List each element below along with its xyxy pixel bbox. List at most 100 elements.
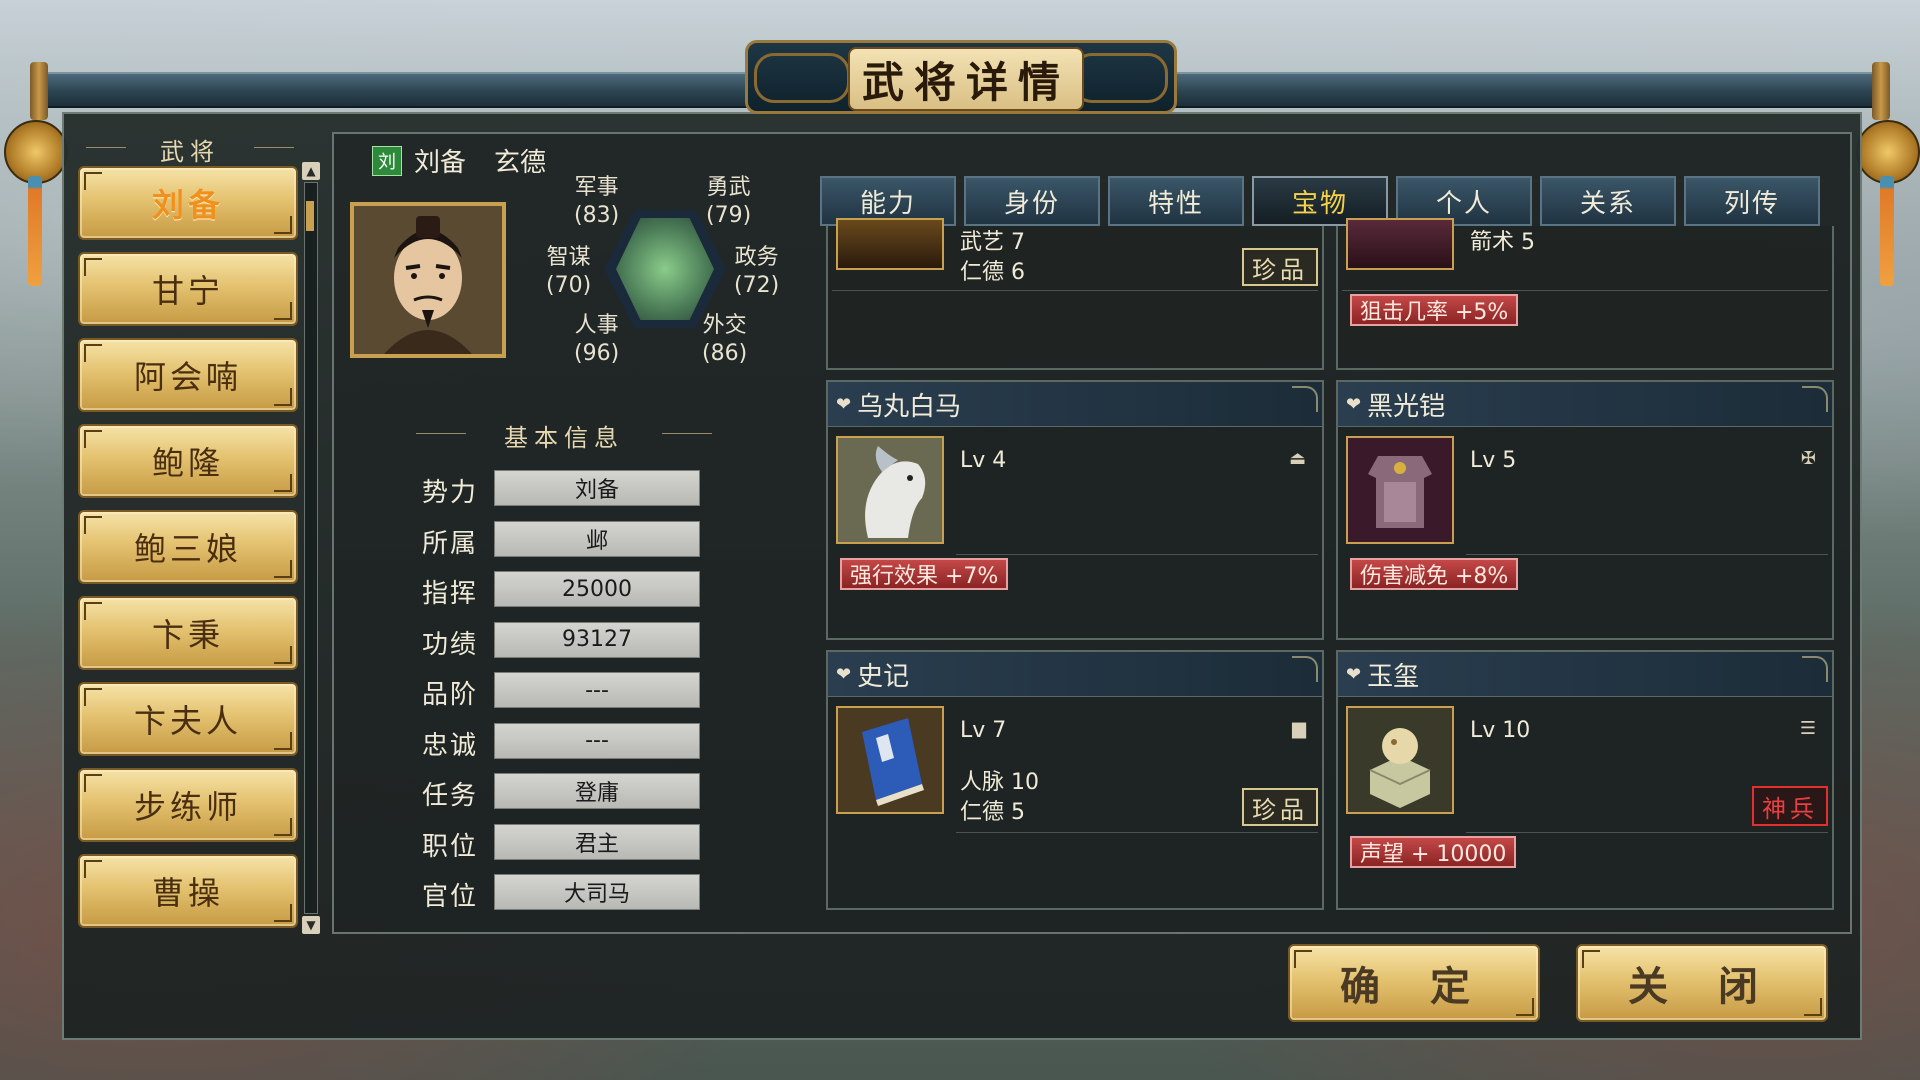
- treasure-card-header: ❤ 黑光铠: [1338, 382, 1832, 427]
- rarity-badge: 珍品: [1242, 248, 1318, 286]
- treasure-card-partial-left[interactable]: 武艺 7 仁德 6 珍品: [826, 218, 1324, 370]
- field-value: 登庸: [494, 773, 700, 809]
- stat-valor-value: (79): [706, 203, 752, 228]
- armor-type-icon: ✠: [1800, 448, 1816, 469]
- stat-strategy: 智谋 (70): [546, 244, 591, 300]
- field-label: 官位: [422, 882, 479, 912]
- basic-info-header: 基本信息: [416, 418, 712, 453]
- field-label: 所属: [422, 528, 479, 559]
- tab-5[interactable]: 关系: [1540, 176, 1676, 226]
- tab-2[interactable]: 特性: [1108, 176, 1244, 226]
- treasure-name: 乌丸白马: [857, 391, 962, 422]
- bonus-badge: 强行效果 +7%: [840, 558, 1009, 590]
- tassel-right-icon: [1880, 176, 1894, 286]
- treasure-card-header: ❤ 玉玺: [1338, 652, 1832, 697]
- horse-type-icon: ⏏: [1288, 448, 1306, 469]
- faction-badge: 刘: [372, 146, 402, 176]
- portrait-face-icon: [354, 206, 502, 354]
- medallion-left-icon: [4, 120, 68, 184]
- card-divider: [956, 832, 1318, 833]
- close-button[interactable]: 关 闭: [1576, 944, 1828, 1022]
- window-title: 武将详情: [848, 47, 1084, 111]
- treasure-level: Lv 4: [960, 448, 1007, 473]
- roster-item[interactable]: 卞夫人: [78, 682, 298, 756]
- field-label: 忠诚: [422, 730, 479, 761]
- tab-6[interactable]: 列传: [1684, 176, 1820, 226]
- title-plate: 武将详情: [745, 40, 1177, 114]
- field-value: ---: [494, 672, 700, 708]
- field-value: 大司马: [494, 874, 700, 910]
- stat-military-label: 军事: [574, 175, 619, 200]
- medallion-right-icon: [1856, 120, 1920, 184]
- tab-1[interactable]: 身份: [964, 176, 1100, 226]
- roster-header: 武将: [86, 132, 294, 167]
- stat-strategy-label: 智谋: [546, 245, 591, 270]
- roster-item[interactable]: 阿会喃: [78, 338, 298, 412]
- stat-personnel-value: (96): [574, 341, 620, 366]
- scroll-down-icon[interactable]: ▼: [302, 916, 320, 934]
- rarity-badge: 珍品: [1242, 788, 1318, 826]
- bonus-badge: 声望 + 10000: [1350, 836, 1517, 868]
- horse-item-icon: [836, 436, 944, 544]
- book-type-icon: ▆: [1292, 718, 1306, 739]
- treasure-level: Lv 10: [1470, 718, 1531, 743]
- stat-personnel: 人事 (96): [574, 312, 619, 368]
- armor-item-icon: [1346, 436, 1454, 544]
- treasure-name: 玉玺: [1367, 661, 1420, 692]
- stat-diplomacy: 外交 (86): [702, 312, 747, 368]
- field-value: 刘备: [494, 470, 700, 506]
- treasure-name: 史记: [857, 661, 910, 692]
- field-value: ---: [494, 722, 700, 759]
- stat-politics: 政务 (72): [734, 244, 779, 300]
- stat-military: 军事 (83): [574, 174, 619, 230]
- roster-item[interactable]: 甘宁: [78, 252, 298, 326]
- bonus-badge: 狙击几率 +5%: [1350, 294, 1519, 326]
- card-divider: [832, 290, 1318, 291]
- field-label: 指挥: [422, 579, 479, 609]
- field-label: 任务: [422, 781, 479, 811]
- cloud-ornament-left-icon: [754, 53, 850, 103]
- bonus-badge: 伤害减免 +8%: [1350, 558, 1519, 590]
- roster-scrollbar-thumb[interactable]: [306, 201, 314, 231]
- stat-personnel-label: 人事: [574, 313, 619, 338]
- tassel-left-icon: [28, 176, 42, 286]
- roster-item[interactable]: 鲍三娘: [78, 510, 298, 584]
- roster-item[interactable]: 步练师: [78, 768, 298, 842]
- treasure-attr1: 人脉 10: [960, 770, 1039, 795]
- partial-left-attr2: 仁德 6: [960, 260, 1025, 285]
- scroll-end-left: [30, 62, 48, 120]
- roster-scrollbar[interactable]: [304, 182, 318, 914]
- treasure-card-partial-right[interactable]: 箭术 5 狙击几率 +5%: [1336, 218, 1834, 370]
- treasure-card-horse[interactable]: ❤ 乌丸白马 Lv 4 ⏏ 强行效果 +7%: [826, 380, 1324, 640]
- card-divider: [1466, 554, 1828, 555]
- roster-item[interactable]: 曹操: [78, 854, 298, 928]
- treasure-card-seal[interactable]: ❤ 玉玺 Lv 10 ☰ 神兵 声望 + 10000: [1336, 650, 1834, 910]
- stat-military-value: (83): [574, 203, 620, 228]
- weapon-item-icon: [836, 218, 944, 270]
- treasure-level: Lv 5: [1470, 448, 1517, 473]
- card-divider: [1342, 290, 1828, 291]
- book-item-icon: [836, 706, 944, 814]
- general-portrait: [350, 202, 506, 358]
- roster-item[interactable]: 刘备: [78, 166, 298, 240]
- roster-item[interactable]: 鲍隆: [78, 424, 298, 498]
- field-label: 职位: [422, 831, 479, 862]
- treasure-attr2: 仁德 5: [960, 800, 1025, 825]
- treasure-card-book[interactable]: ❤ 史记 Lv 7 ▆ 人脉 10 仁德 5 珍品: [826, 650, 1324, 910]
- stat-politics-value: (72): [734, 273, 780, 298]
- confirm-button[interactable]: 确 定: [1288, 944, 1540, 1022]
- scroll-up-icon[interactable]: ▲: [302, 162, 320, 180]
- stat-strategy-value: (70): [546, 273, 592, 298]
- cloud-ornament-right-icon: [1072, 53, 1168, 103]
- treasure-card-header: ❤ 乌丸白马: [828, 382, 1322, 427]
- treasure-card-armor[interactable]: ❤ 黑光铠 Lv 5 ✠ 伤害减免 +8%: [1336, 380, 1834, 640]
- roster-item[interactable]: 卞秉: [78, 596, 298, 670]
- seal-type-icon: ☰: [1799, 718, 1816, 739]
- partial-left-attr1: 武艺 7: [960, 230, 1025, 255]
- bow-item-icon: [1346, 218, 1454, 270]
- heart-icon: ❤: [1346, 663, 1362, 685]
- field-value: 君主: [494, 823, 700, 860]
- field-value: 邺: [494, 520, 700, 557]
- divine-badge: 神兵: [1752, 786, 1828, 826]
- treasure-name: 黑光铠: [1367, 391, 1446, 422]
